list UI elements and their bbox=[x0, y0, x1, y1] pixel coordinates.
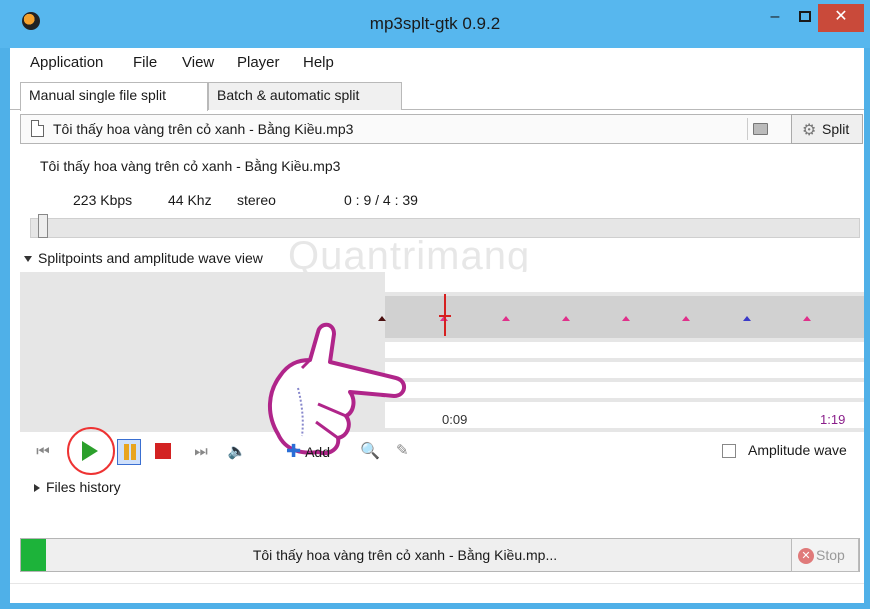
expander-down-icon bbox=[24, 256, 32, 263]
wave-view-expander[interactable]: Splitpoints and amplitude wave view bbox=[24, 250, 263, 266]
stop-circle-icon: ✕ bbox=[798, 548, 814, 564]
end-time-label: 1:19 bbox=[820, 412, 846, 427]
bitrate-label: 223 Kbps bbox=[73, 192, 133, 208]
volume-icon[interactable]: 🔈 bbox=[226, 441, 248, 463]
pause-icon[interactable] bbox=[117, 439, 141, 465]
zoom-icon[interactable]: 🔍 bbox=[360, 441, 380, 461]
menu-file[interactable]: File bbox=[133, 54, 157, 71]
edit-icon[interactable]: ✎ bbox=[396, 441, 409, 459]
window-title: mp3splt-gtk 0.9.2 bbox=[369, 14, 501, 33]
tab-batch-split[interactable]: Batch & automatic split bbox=[208, 82, 402, 110]
close-button[interactable]: ✕ bbox=[818, 4, 864, 32]
files-history-expander[interactable]: Files history bbox=[34, 479, 121, 495]
playback-cursor-mark bbox=[439, 315, 451, 317]
splitpoint-marker[interactable] bbox=[682, 316, 690, 321]
splitpoint-marker[interactable] bbox=[562, 316, 570, 321]
wave-row bbox=[385, 382, 864, 398]
wave-view-label: Splitpoints and amplitude wave view bbox=[38, 250, 263, 266]
maximize-icon bbox=[799, 11, 811, 23]
amplitude-wave-label[interactable]: Amplitude wave bbox=[748, 442, 847, 458]
wave-row bbox=[385, 272, 864, 292]
split-button[interactable]: ⚙ Split bbox=[791, 114, 863, 144]
play-icon[interactable] bbox=[82, 441, 98, 461]
wave-row bbox=[385, 342, 864, 358]
status-text: Tôi thấy hoa vàng trên cỏ xanh - Bằng Ki… bbox=[252, 547, 558, 563]
time-label: 0 : 9 / 4 : 39 bbox=[344, 192, 418, 208]
song-name: Tôi thấy hoa vàng trên cỏ xanh - Bằng Ki… bbox=[40, 158, 341, 174]
file-path-field[interactable]: Tôi thấy hoa vàng trên cỏ xanh - Bằng Ki… bbox=[53, 121, 353, 137]
add-button-label: Add bbox=[305, 444, 331, 460]
add-icon: ✚ bbox=[286, 441, 302, 461]
skip-forward-icon[interactable]: ⏭ bbox=[190, 441, 212, 463]
menu-bar: Application File View Player Help bbox=[10, 48, 864, 78]
pause-bar bbox=[124, 444, 129, 460]
split-button-label: Split bbox=[822, 121, 850, 137]
files-history-label: Files history bbox=[46, 479, 121, 495]
stop-button[interactable]: ✕ Stop bbox=[791, 538, 859, 572]
add-splitpoint-button[interactable]: ✚ Add bbox=[286, 441, 330, 462]
player-controls: ⏮ ⏭ 🔈 ✚ Add 🔍 ✎ Amplitude wave bbox=[20, 427, 864, 475]
expander-right-icon bbox=[34, 484, 40, 493]
splitpoint-marker[interactable] bbox=[743, 316, 751, 321]
frequency-label: 44 Khz bbox=[168, 192, 212, 208]
stop-button-label: Stop bbox=[816, 547, 845, 563]
splitpoints-wave-view[interactable]: 0:09 1:19 bbox=[20, 272, 864, 432]
folder-icon bbox=[753, 123, 768, 135]
menu-application[interactable]: Application bbox=[30, 54, 103, 71]
menu-help[interactable]: Help bbox=[303, 54, 334, 71]
pause-bar bbox=[131, 444, 136, 460]
amplitude-wave-checkbox[interactable] bbox=[722, 444, 736, 458]
main-panel: Application File View Player Help Manual… bbox=[10, 48, 864, 603]
current-time-label: 0:09 bbox=[442, 412, 468, 427]
browse-button[interactable] bbox=[747, 118, 769, 140]
wave-row bbox=[385, 362, 864, 378]
gears-icon: ⚙ bbox=[802, 122, 817, 139]
seek-slider-handle[interactable] bbox=[38, 214, 48, 238]
menu-view[interactable]: View bbox=[182, 54, 214, 71]
splitpoint-marker[interactable] bbox=[803, 316, 811, 321]
footer-area bbox=[10, 583, 864, 603]
tab-manual-split[interactable]: Manual single file split bbox=[20, 82, 208, 111]
stop-icon[interactable] bbox=[155, 443, 171, 459]
document-icon bbox=[31, 120, 44, 137]
mode-label: stereo bbox=[237, 192, 276, 208]
skip-back-icon[interactable]: ⏮ bbox=[32, 441, 54, 463]
splitpoint-marker[interactable] bbox=[502, 316, 510, 321]
title-bar: mp3splt-gtk 0.9.2 – ✕ bbox=[0, 0, 870, 48]
app-window: mp3splt-gtk 0.9.2 – ✕ Application File V… bbox=[0, 0, 870, 609]
menu-player[interactable]: Player bbox=[237, 54, 280, 71]
file-chooser[interactable]: Tôi thấy hoa vàng trên cỏ xanh - Bằng Ki… bbox=[20, 114, 863, 144]
splitpoint-marker[interactable] bbox=[622, 316, 630, 321]
tab-bar: Manual single file split Batch & automat… bbox=[10, 80, 864, 111]
status-bar: Tôi thấy hoa vàng trên cỏ xanh - Bằng Ki… bbox=[20, 538, 860, 572]
